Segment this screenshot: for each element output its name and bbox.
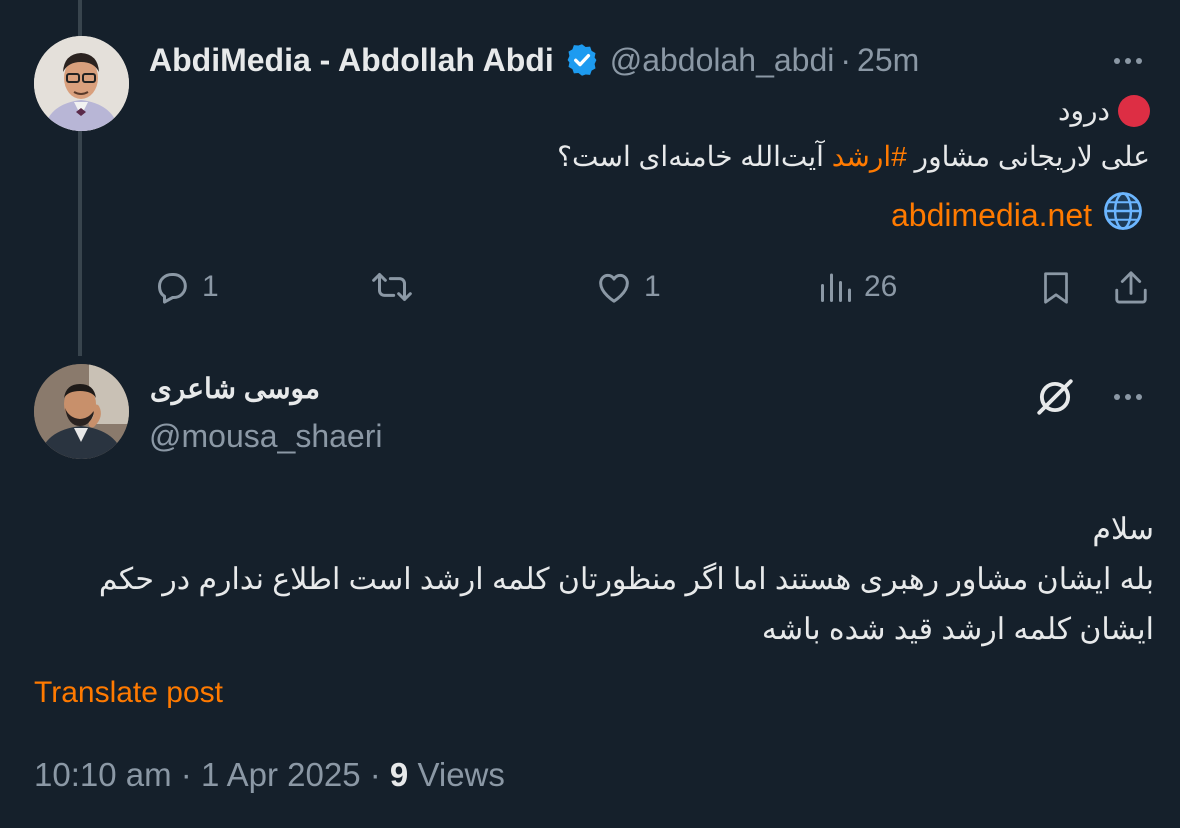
reply-button[interactable]: 1: [152, 267, 219, 307]
verified-badge-icon: [564, 42, 600, 78]
retweet-button[interactable]: [370, 267, 414, 307]
bookmark-icon: [1044, 272, 1068, 304]
author-display-name[interactable]: AbdiMedia - Abdollah Abdi: [149, 42, 554, 79]
reply-count: 1: [202, 270, 219, 303]
more-icon[interactable]: [1114, 58, 1142, 64]
views-icon: [821, 273, 851, 302]
avatar-mousa-shaeri[interactable]: [34, 364, 129, 459]
globe-icon: [1102, 190, 1144, 240]
avatar-abdimedia[interactable]: [34, 36, 129, 131]
question-text-before: علی لاریجانی مشاور: [906, 141, 1150, 172]
post-line-link: abdimedia.net: [891, 190, 1144, 240]
grok-icon[interactable]: [1034, 376, 1076, 423]
website-link[interactable]: abdimedia.net: [891, 197, 1092, 234]
timestamp[interactable]: 10:10 am: [34, 756, 172, 793]
greeting-text: درود: [1058, 95, 1110, 126]
reply-body: سلام بله ایشان مشاور رهبری هستند اما اگر…: [44, 505, 1154, 655]
views-label: Views: [417, 756, 505, 793]
retweet-icon: [372, 273, 412, 301]
post-time[interactable]: 25m: [857, 42, 919, 79]
post-date[interactable]: 1 Apr 2025: [201, 756, 361, 793]
share-icon: [1115, 271, 1147, 304]
reply-body-line: ایشان کلمه ارشد قید شده باشه: [761, 613, 1154, 646]
post-meta: 10:10 am · 1 Apr 2025 · 9 Views: [34, 756, 505, 794]
views-button[interactable]: 26: [818, 267, 897, 307]
separator: ·: [840, 41, 852, 78]
like-icon: [599, 273, 629, 303]
reply-body-line: سلام: [1092, 513, 1154, 546]
like-button[interactable]: 1: [594, 267, 661, 307]
share-button[interactable]: [1112, 266, 1150, 308]
post-header: AbdiMedia - Abdollah Abdi @abdolah_abdi …: [149, 40, 919, 80]
views-count: 26: [864, 270, 898, 303]
red-circle-icon: [1118, 94, 1150, 127]
reply-body-line: بله ایشان مشاور رهبری هستند اما اگر منظو…: [98, 563, 1154, 596]
post-line-question: علی لاریجانی مشاور #ارشد آیت‌الله خامنه‌…: [557, 140, 1150, 173]
bookmark-button[interactable]: [1038, 267, 1074, 309]
translate-post-link[interactable]: Translate post: [34, 676, 223, 710]
separator: ·: [180, 756, 192, 793]
reply-author-handle[interactable]: @mousa_shaeri: [149, 418, 382, 455]
separator: ·: [369, 756, 381, 793]
hashtag-link[interactable]: #ارشد: [832, 141, 907, 172]
like-count: 1: [644, 270, 661, 303]
post-line-greeting: درود: [1058, 94, 1150, 127]
post-actions: 1 1 26: [0, 262, 1180, 312]
reply-views-count: 9: [389, 756, 409, 793]
author-handle[interactable]: @abdolah_abdi: [610, 42, 835, 79]
reply-author-display-name[interactable]: موسی شاعری: [150, 372, 320, 405]
reply-icon: [158, 273, 187, 304]
more-icon[interactable]: [1114, 394, 1142, 400]
question-text-after: آیت‌الله خامنه‌ای است؟: [557, 141, 832, 172]
